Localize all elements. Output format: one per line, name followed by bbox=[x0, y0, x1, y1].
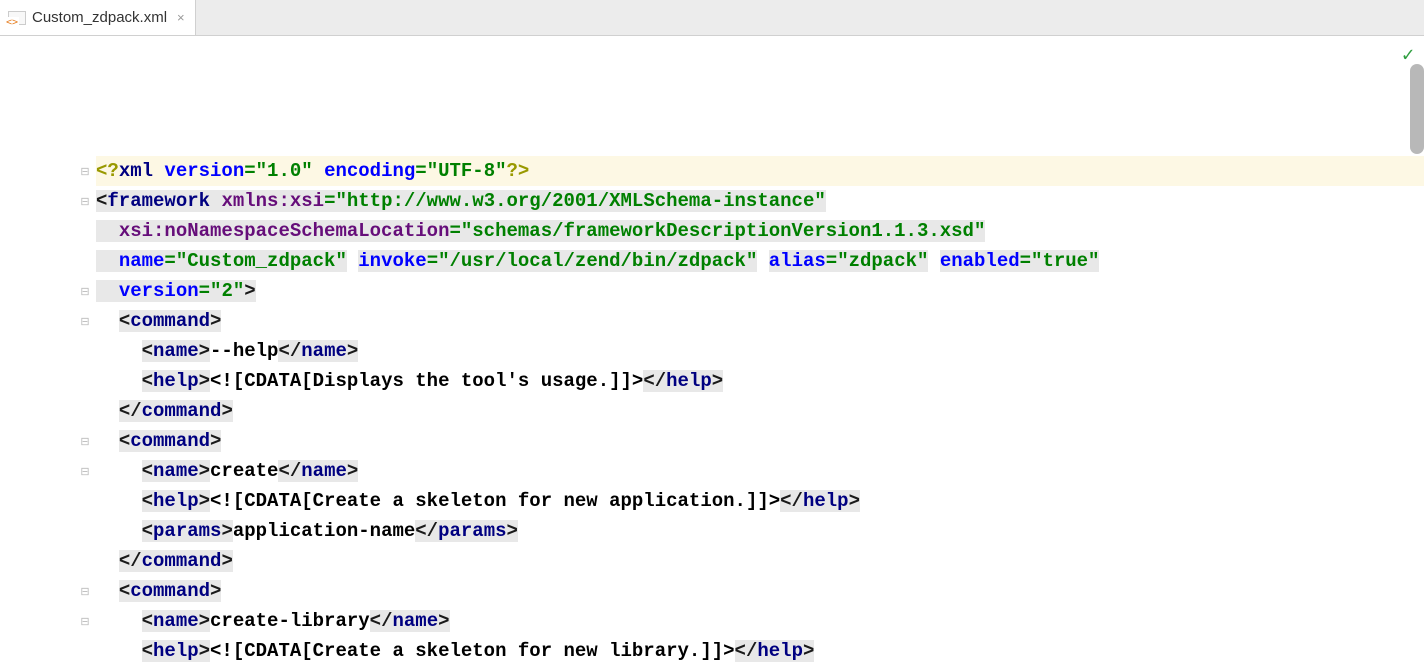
xml-file-icon bbox=[8, 11, 26, 25]
fold-toggle bbox=[78, 546, 92, 576]
fold-toggle[interactable]: ⊟ bbox=[78, 576, 92, 606]
fold-toggle[interactable]: ⊟ bbox=[78, 456, 92, 486]
fold-toggle bbox=[78, 246, 92, 276]
fold-toggle bbox=[78, 126, 92, 156]
fold-toggle bbox=[78, 66, 92, 96]
fold-toggle bbox=[78, 366, 92, 396]
fold-toggle bbox=[78, 336, 92, 366]
code-area[interactable]: ✓ <?xml version="1.0" encoding="UTF-8"?>… bbox=[96, 36, 1424, 666]
fold-toggle bbox=[78, 396, 92, 426]
fold-column: ⊟⊟⊟⊟⊟⊟⊟⊟ bbox=[78, 36, 92, 636]
fold-toggle bbox=[78, 516, 92, 546]
fold-toggle[interactable]: ⊟ bbox=[78, 276, 92, 306]
fold-toggle[interactable]: ⊟ bbox=[78, 606, 92, 636]
tab-filename: Custom_zdpack.xml bbox=[32, 9, 167, 26]
fold-toggle bbox=[78, 36, 92, 66]
fold-toggle[interactable]: ⊟ bbox=[78, 426, 92, 456]
fold-toggle bbox=[78, 216, 92, 246]
gutter: ⊟⊟⊟⊟⊟⊟⊟⊟ bbox=[0, 36, 96, 666]
tab-bar: Custom_zdpack.xml × bbox=[0, 0, 1424, 36]
file-tab[interactable]: Custom_zdpack.xml × bbox=[0, 0, 196, 35]
fold-toggle[interactable]: ⊟ bbox=[78, 186, 92, 216]
close-icon[interactable]: × bbox=[177, 10, 185, 25]
fold-toggle bbox=[78, 486, 92, 516]
fold-toggle[interactable]: ⊟ bbox=[78, 306, 92, 336]
fold-toggle bbox=[78, 96, 92, 126]
editor: ⊟⊟⊟⊟⊟⊟⊟⊟ ✓ <?xml version="1.0" encoding=… bbox=[0, 36, 1424, 666]
fold-toggle[interactable]: ⊟ bbox=[78, 156, 92, 186]
scrollbar-thumb[interactable] bbox=[1410, 64, 1424, 154]
